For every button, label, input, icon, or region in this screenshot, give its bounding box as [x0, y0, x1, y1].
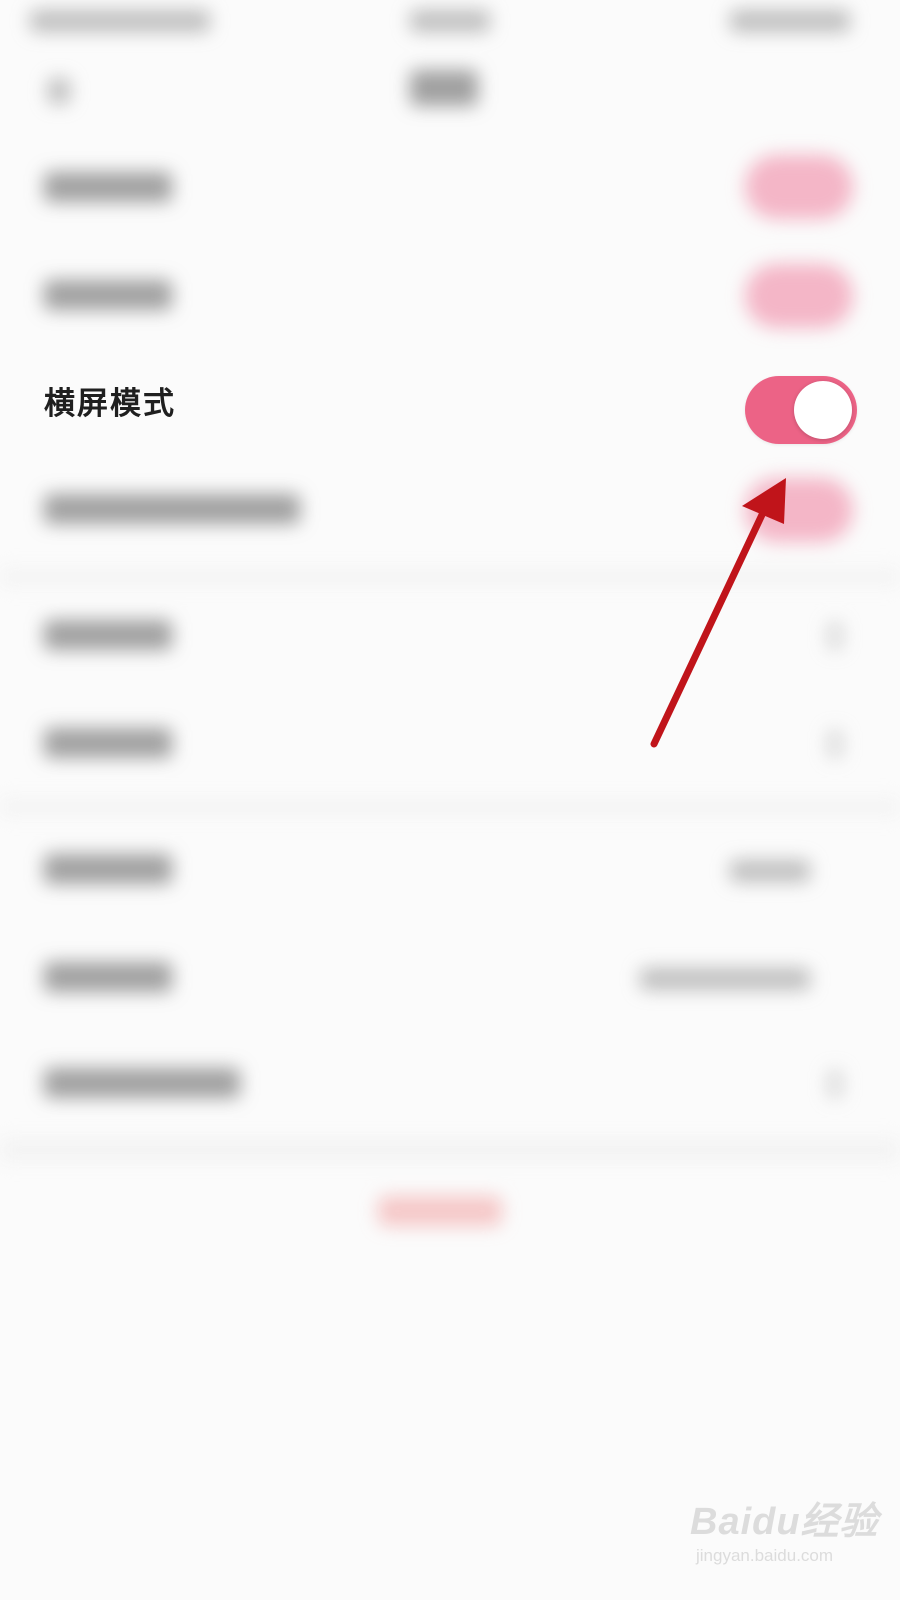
blurred-section-divider: [0, 800, 900, 814]
blurred-status-left: [30, 10, 210, 32]
landscape-mode-toggle[interactable]: [745, 376, 857, 444]
blurred-toggle: [745, 478, 853, 542]
blurred-back-icon: [48, 78, 70, 104]
blurred-status-center: [410, 10, 490, 32]
blurred-chevron-icon: [828, 1070, 842, 1098]
blurred-chevron-icon: [828, 730, 842, 758]
blurred-row-label: [44, 962, 172, 992]
blurred-settings-background: [0, 0, 900, 1600]
blurred-row-label: [44, 620, 172, 650]
blurred-row-value: [730, 860, 810, 882]
watermark-url: jingyan.baidu.com: [696, 1546, 834, 1565]
blurred-status-right: [730, 10, 850, 32]
blurred-action-button: [378, 1196, 502, 1226]
landscape-mode-label: 横屏模式: [44, 386, 176, 422]
blurred-toggle: [745, 155, 853, 219]
blurred-row-label: [44, 854, 172, 884]
blurred-row-label: [44, 728, 172, 758]
blurred-row-label: [44, 172, 172, 202]
blurred-header-title: [410, 70, 478, 106]
blurred-toggle: [745, 264, 853, 328]
blurred-row-label: [44, 1068, 240, 1098]
blurred-row-label: [44, 494, 300, 524]
watermark-logo: Baidu经验: [690, 1501, 879, 1543]
blurred-row-value: [640, 968, 810, 990]
blurred-section-divider: [0, 1140, 900, 1160]
blurred-section-divider: [0, 570, 900, 584]
blurred-chevron-icon: [828, 622, 842, 650]
blurred-row-label: [44, 280, 172, 310]
baidu-jingyan-watermark: Baidu经验 jingyan.baidu.com: [690, 1500, 880, 1580]
toggle-knob: [794, 381, 852, 439]
